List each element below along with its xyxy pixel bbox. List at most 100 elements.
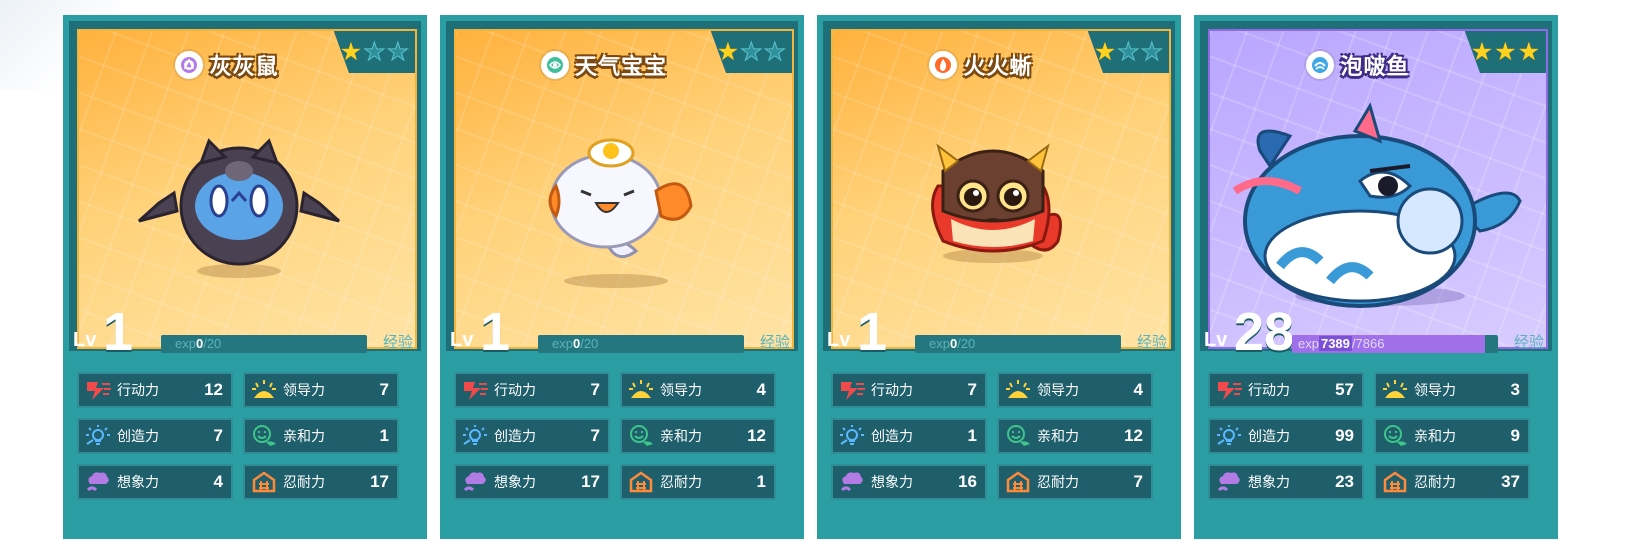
stat-value: 7: [213, 426, 223, 445]
star-empty-icon: ★: [386, 36, 409, 66]
stats-grid: 行动力 12 领导力 7 创造力 7 亲和力 1 想象力 4 忍耐力 17: [77, 372, 413, 500]
level-label: Lv: [450, 329, 474, 351]
stat-label: 行动力: [117, 383, 159, 399]
creativity-icon: [1214, 422, 1244, 450]
imagination-icon: [837, 468, 867, 496]
creativity-icon: [83, 422, 113, 450]
stat-label: 创造力: [1248, 429, 1290, 445]
star-filled-icon: ★: [1494, 36, 1517, 66]
stat-value: 7: [967, 380, 977, 399]
stat-label: 亲和力: [1414, 429, 1456, 445]
exp-bar: exp0/20: [538, 335, 744, 353]
exp-prefix: exp: [175, 336, 196, 351]
affinity-icon: [1003, 422, 1033, 450]
stat-label: 领导力: [283, 383, 325, 399]
stat-label: 领导力: [1414, 383, 1456, 399]
leadership-icon: [1003, 376, 1033, 404]
level-number: 1: [103, 302, 134, 362]
stat-cell: 领导力 3: [1374, 372, 1530, 408]
exp-text: exp0/20: [175, 336, 221, 351]
exp-max: /20: [203, 336, 222, 351]
stat-label: 忍耐力: [1414, 475, 1456, 491]
stat-label: 亲和力: [660, 429, 702, 445]
affinity-icon: [1380, 422, 1410, 450]
stat-value: 16: [958, 472, 977, 491]
level-number: 28: [1234, 302, 1295, 362]
stat-value: 99: [1335, 426, 1354, 445]
stat-cell: 忍耐力 17: [243, 464, 399, 500]
exp-tag: 经验: [1513, 333, 1544, 351]
stat-value: 57: [1335, 380, 1354, 399]
stat-label: 想象力: [1248, 475, 1290, 491]
stat-cell: 想象力 17: [454, 464, 610, 500]
exp-max: /20: [580, 336, 599, 351]
exp-tag: 经验: [1136, 333, 1167, 351]
stat-value: 7: [379, 380, 389, 399]
exp-text: exp0/20: [552, 336, 598, 351]
creature-card[interactable]: 泡啵鱼 ★ ★ ★ Lv 28 exp 7389/7866 经验 行动力 57 …: [1194, 15, 1558, 539]
star-filled-icon: ★: [1517, 36, 1540, 66]
stat-cell: 领导力 7: [243, 372, 399, 408]
fire-element-icon: [929, 51, 958, 79]
exp-tag: 经验: [382, 333, 413, 351]
stat-label: 想象力: [494, 475, 536, 491]
creature-name: 灰灰鼠: [209, 55, 279, 80]
leadership-icon: [249, 376, 279, 404]
stat-cell: 创造力 7: [454, 418, 610, 454]
stat-label: 行动力: [871, 383, 913, 399]
stat-cell: 亲和力 12: [620, 418, 776, 454]
exp-max: /20: [957, 336, 976, 351]
exp-max: /7866: [1351, 336, 1385, 351]
stat-value: 17: [370, 472, 389, 491]
stat-value: 4: [213, 472, 223, 491]
level-bar: Lv 28 exp 7389/7866 经验: [1200, 302, 1552, 362]
creature-card[interactable]: 火火蜥 ★ ★ ★ Lv 1 exp0/20 经验 行动力 7 领导力 4 创造…: [817, 15, 1181, 539]
creature-card[interactable]: 灰灰鼠 ★ ★ ★ Lv 1 exp0/20 经验 行动力 12 领导力 7 创…: [63, 15, 427, 539]
stat-label: 领导力: [660, 383, 702, 399]
creature-portrait-fish: [1232, 102, 1522, 308]
star-empty-icon: ★: [740, 36, 763, 66]
creature-name: 火火蜥: [963, 55, 1033, 80]
exp-prefix: exp: [1298, 336, 1319, 351]
stat-cell: 想象力 16: [831, 464, 987, 500]
creativity-icon: [837, 422, 867, 450]
stats-grid: 行动力 7 领导力 4 创造力 7 亲和力 12 想象力 17 忍耐力 1: [454, 372, 790, 500]
stat-cell: 行动力 12: [77, 372, 233, 408]
star-empty-icon: ★: [363, 36, 386, 66]
stat-value: 12: [204, 380, 223, 399]
endurance-icon: [249, 468, 279, 496]
stat-label: 创造力: [871, 429, 913, 445]
stat-value: 4: [1133, 380, 1143, 399]
exp-bar: exp 7389/7866: [1292, 335, 1498, 353]
stat-cell: 忍耐力 7: [997, 464, 1153, 500]
exp-bar: exp0/20: [915, 335, 1121, 353]
creature-name: 泡啵鱼: [1340, 55, 1410, 80]
stat-cell: 创造力 7: [77, 418, 233, 454]
stat-value: 7: [1133, 472, 1143, 491]
water-element-icon: [1306, 51, 1335, 79]
stat-cell: 想象力 4: [77, 464, 233, 500]
exp-bar: exp0/20: [161, 335, 367, 353]
stat-value: 1: [967, 426, 977, 445]
creature-card[interactable]: 天气宝宝 ★ ★ ★ Lv 1 exp0/20 经验 行动力 7 领导力 4 创造力 7 亲…: [440, 15, 804, 539]
stat-value: 1: [379, 426, 389, 445]
level-label: Lv: [1204, 329, 1228, 351]
star-empty-icon: ★: [1140, 36, 1163, 66]
exp-current: 7389: [1318, 336, 1352, 351]
creature-portrait-bat: [137, 138, 341, 278]
stat-label: 忍耐力: [660, 475, 702, 491]
level-bar: Lv 1 exp0/20 经验: [69, 302, 421, 362]
action-icon: [83, 376, 113, 404]
imagination-icon: [83, 468, 113, 496]
weather-element-icon: [540, 51, 569, 79]
stat-value: 7: [590, 380, 600, 399]
exp-tag: 经验: [759, 333, 790, 351]
stat-label: 忍耐力: [283, 475, 325, 491]
stat-value: 23: [1335, 472, 1354, 491]
leadership-icon: [626, 376, 656, 404]
level-number: 1: [480, 302, 511, 362]
stat-value: 12: [747, 426, 766, 445]
creativity-icon: [460, 422, 490, 450]
stat-cell: 忍耐力 37: [1374, 464, 1530, 500]
star-empty-icon: ★: [763, 36, 786, 66]
